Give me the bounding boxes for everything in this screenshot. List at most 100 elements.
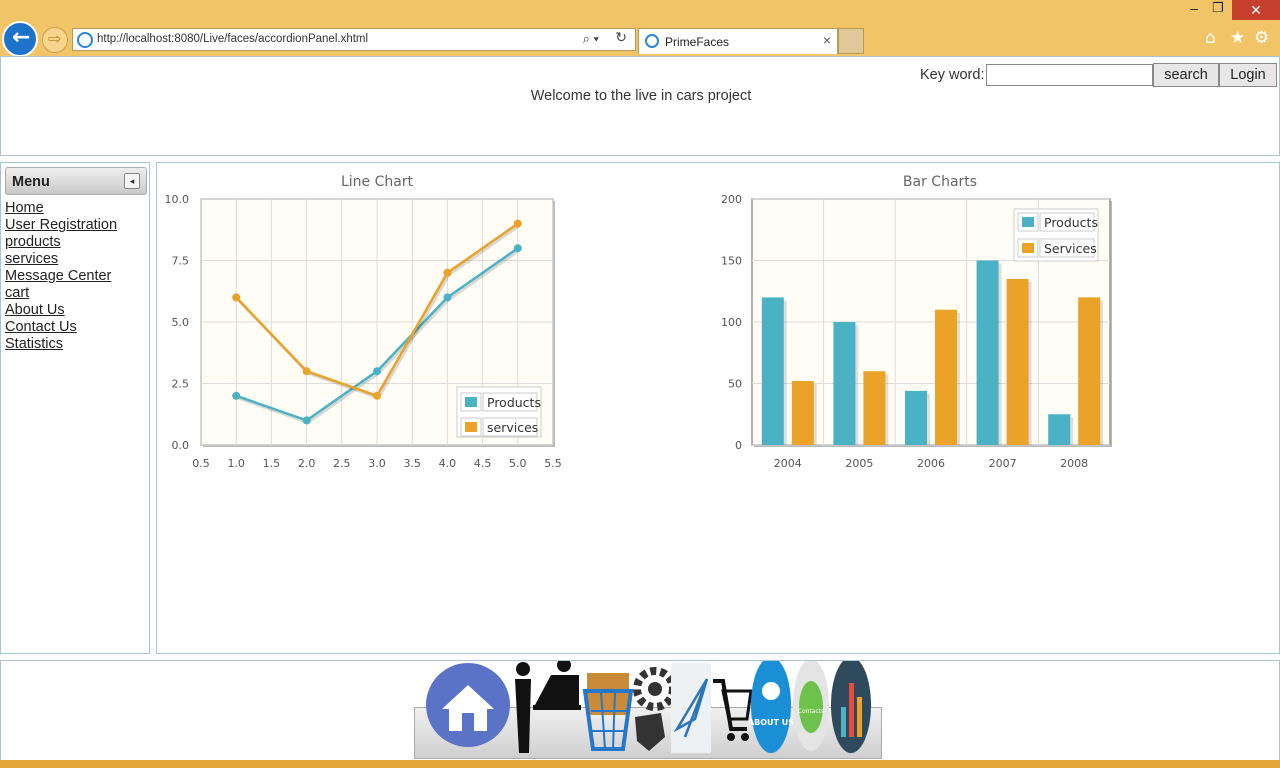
bar-chart-bar — [1048, 414, 1071, 445]
bar-chart-x-tick-label: 2004 — [774, 457, 802, 470]
menu-item-user-registration[interactable]: User Registration — [5, 217, 117, 234]
line-chart-legend-label: services — [487, 420, 538, 435]
line-chart-point — [443, 293, 452, 302]
menu-item-services[interactable]: services — [5, 251, 117, 268]
favorites-icon[interactable]: ★ — [1230, 28, 1245, 48]
bar-chart-bar — [1078, 297, 1101, 445]
forward-button[interactable]: ⇨ — [42, 27, 68, 53]
line-chart-x-tick-label: 0.5 — [192, 457, 210, 470]
bar-chart-y-tick-label: 150 — [721, 255, 742, 268]
gear-hub — [648, 682, 662, 696]
user-registration-icon[interactable] — [515, 661, 581, 753]
refresh-icon[interactable]: ↻ — [615, 30, 627, 46]
charts-canvas: Line Chart 0.5 1.0 1.5 2.0 2.5 3.0 3.5 4.0 4.5 5.0… — [165, 174, 1112, 470]
line-chart-y-tick-label: 10.0 — [165, 193, 190, 206]
home-door — [462, 713, 474, 731]
collapse-toggle-icon[interactable]: ◂ — [124, 173, 140, 189]
statistics-icon[interactable] — [831, 661, 871, 753]
message-center-icon[interactable] — [671, 663, 711, 753]
maximize-button[interactable]: ❐ — [1206, 0, 1230, 20]
line-chart-point — [373, 391, 381, 400]
line-chart-point — [232, 391, 241, 400]
about-label: ABOUT US — [748, 718, 794, 727]
menu-item-cart[interactable]: cart — [5, 285, 117, 302]
stats-bar — [849, 683, 854, 737]
page-header: Key word: search Login Welcome to the li… — [0, 56, 1280, 156]
new-tab-button[interactable] — [838, 28, 864, 54]
clerk-head — [557, 661, 571, 672]
bar-chart-bar — [791, 381, 814, 445]
bar-chart-x-tick-label: 2008 — [1060, 457, 1088, 470]
menu-item-contact-us[interactable]: Contact Us — [5, 319, 117, 336]
cart-handle — [713, 679, 747, 731]
line-chart-point — [302, 367, 311, 376]
url-text: http://localhost:8080/Live/faces/accordi… — [97, 33, 369, 45]
keyword-input[interactable] — [986, 64, 1153, 86]
menu-item-statistics[interactable]: Statistics — [5, 336, 117, 353]
line-chart-point — [373, 367, 381, 376]
bar-chart-bar — [976, 260, 999, 445]
contact-us-icon[interactable]: Contacts — [793, 661, 829, 751]
bar-chart-bar — [1006, 278, 1029, 445]
menu-item-products[interactable]: products — [5, 234, 117, 251]
back-button[interactable]: ← — [2, 21, 38, 57]
bar-chart-legend-swatch — [1022, 243, 1034, 253]
keyword-label: Key word: — [920, 67, 985, 83]
stats-bar — [857, 697, 862, 737]
menu-panel: Menu ◂ Home User Registration products s… — [0, 162, 150, 654]
clerk-body — [535, 675, 579, 705]
home-toolbar-icon[interactable]: ⌂ — [1205, 28, 1216, 48]
menu-item-message-center[interactable]: Message Center — [5, 268, 117, 285]
forward-arrow-icon: ⇨ — [48, 29, 62, 48]
cart-wheel — [741, 733, 749, 741]
address-search-icon[interactable]: ⌕ ▾ — [583, 31, 599, 47]
bar-chart-bar — [833, 322, 856, 445]
services-icon[interactable] — [633, 667, 677, 751]
line-chart-x-tick-label: 4.0 — [439, 457, 457, 470]
bar-chart-bar — [863, 371, 886, 445]
address-bar[interactable]: http://localhost:8080/Live/faces/accordi… — [72, 28, 636, 51]
ie-page-icon — [77, 32, 93, 48]
cart-icon[interactable] — [713, 679, 753, 741]
line-chart-y-tick-label: 2.5 — [172, 378, 190, 391]
minimize-button[interactable]: – — [1182, 0, 1206, 20]
menu-title: Menu — [12, 174, 50, 190]
line-chart-y-tick-label: 7.5 — [172, 255, 190, 268]
about-us-icon[interactable]: ABOUT US — [748, 661, 794, 753]
bar-chart-bar — [905, 390, 927, 445]
settings-gear-icon[interactable]: ⚙ — [1254, 28, 1269, 48]
login-button[interactable]: Login — [1219, 63, 1277, 87]
search-button[interactable]: search — [1153, 63, 1219, 87]
menu-header[interactable]: Menu ◂ — [5, 167, 147, 195]
menu-links: Home User Registration products services… — [5, 200, 117, 353]
line-chart-x-tick-label: 3.5 — [403, 457, 421, 470]
line-chart-x-tick-label: 4.5 — [474, 457, 492, 470]
home-icon[interactable] — [426, 663, 510, 747]
menu-item-home[interactable]: Home — [5, 200, 117, 217]
line-chart-point — [513, 244, 522, 253]
person-body — [515, 679, 531, 753]
bar-chart-bar — [761, 297, 784, 445]
contact-label: Contacts — [798, 708, 824, 715]
taskbar — [0, 760, 1280, 768]
browser-chrome: ← ⇨ http://localhost:8080/Live/faces/acc… — [0, 0, 1280, 57]
bar-chart: Bar Charts 0 50 100 150 200 2004 2005 2006 2007 20… — [721, 174, 1112, 470]
bar-chart-y-tick-label: 50 — [728, 378, 742, 391]
close-window-button[interactable]: ✕ — [1232, 0, 1280, 20]
browser-tab[interactable]: PrimeFaces × — [638, 28, 838, 54]
line-chart-x-tick-label: 2.5 — [333, 457, 351, 470]
line-chart-x-tick-label: 3.0 — [368, 457, 386, 470]
menu-item-about-us[interactable]: About Us — [5, 302, 117, 319]
bar-chart-legend-label: Services — [1044, 241, 1097, 256]
line-chart-x-tick-label: 5.5 — [544, 457, 562, 470]
bar-chart-bar — [935, 309, 957, 445]
hand — [635, 713, 665, 751]
line-chart-x-tick-label: 1.0 — [227, 457, 245, 470]
line-chart-legend-swatch — [465, 422, 477, 432]
bar-chart-x-tick-label: 2007 — [989, 457, 1017, 470]
line-chart-point — [302, 416, 311, 425]
bar-chart-legend-swatch — [1022, 217, 1034, 227]
products-icon[interactable] — [582, 673, 634, 751]
cart-wheel — [727, 733, 735, 741]
tab-close-icon[interactable]: × — [823, 32, 831, 48]
